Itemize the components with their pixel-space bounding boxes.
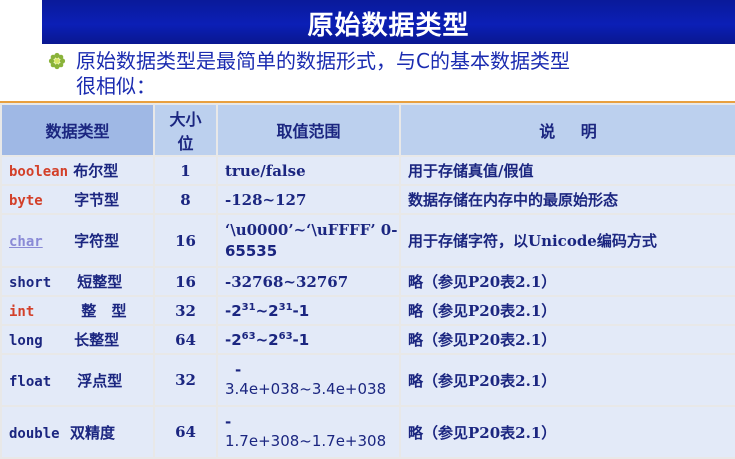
intro-line-2: 很相似： (76, 74, 156, 98)
type-chinese-name: 字符型 (74, 232, 120, 250)
range-base: -2 (225, 301, 242, 320)
type-keyword: byte (9, 193, 43, 209)
type-keyword: boolean (9, 164, 69, 180)
table-row: byte 字节型 8 -128~127 数据存储在内存中的最原始形态 (0, 184, 735, 215)
header-size-line1: 大小 (169, 110, 202, 129)
range-cell: - 3.4e+038~3.4e+038 (216, 353, 401, 407)
range-line-1: - (235, 361, 242, 379)
type-cell: char 字符型 (0, 213, 155, 268)
table-row: float 浮点型 32 - 3.4e+038~3.4e+038 略（参见P20… (0, 353, 735, 407)
type-keyword: double (9, 425, 60, 442)
description-cell: 用于存储真值/假值 (399, 155, 735, 186)
slide-title: 原始数据类型 (307, 11, 470, 41)
range-line-2: 65535 (225, 241, 278, 260)
type-keyword: int (9, 304, 35, 320)
header-data-type: 数据类型 (0, 103, 155, 157)
range-mid: ~2 (255, 301, 279, 320)
size-cell: 8 (153, 184, 218, 215)
range-cell: -231~231-1 (216, 295, 401, 326)
header-size: 大小 位 (153, 103, 218, 157)
table-row: long 长整型 64 -263~263-1 略（参见P20表2.1） (0, 324, 735, 355)
range-exponent: 63 (241, 330, 256, 342)
title-left-margin (0, 0, 42, 44)
type-chinese-name: 整 型 (81, 302, 127, 320)
type-keyword: short (9, 275, 52, 291)
range-line-1: ‘\u0000’~‘\uFFFF’ 0- (225, 220, 398, 239)
description-cell: 略（参见P20表2.1） (399, 295, 735, 326)
header-range: 取值范围 (216, 103, 401, 157)
type-chinese-name: 布尔型 (73, 162, 119, 180)
range-line-2: 1.7e+308~1.7e+308 (225, 432, 387, 450)
size-cell: 32 (153, 353, 218, 407)
table-row: boolean 布尔型 1 true/false 用于存储真值/假值 (0, 155, 735, 186)
type-chinese-name: 字节型 (74, 191, 120, 209)
title-bar: 原始数据类型 (0, 0, 735, 44)
description-cell: 略（参见P20表2.1） (399, 405, 735, 459)
size-cell: 32 (153, 295, 218, 326)
range-exponent: 31 (278, 301, 293, 313)
range-cell: -128~127 (216, 184, 401, 215)
data-types-table: 数据类型 大小 位 取值范围 说 明 boolean 布尔型 1 true/fa… (0, 103, 735, 459)
title-background: 原始数据类型 (42, 0, 735, 44)
range-cell: ‘\u0000’~‘\uFFFF’ 0- 65535 (216, 213, 401, 268)
intro-line-1: 原始数据类型是最简单的数据形式，与C的基本数据类型 (76, 49, 570, 73)
table-row: double 双精度 64 - 1.7e+308~1.7e+308 略（参见P2… (0, 405, 735, 459)
type-cell: double 双精度 (0, 405, 155, 459)
type-chinese-name: 浮点型 (77, 371, 123, 390)
size-cell: 64 (153, 405, 218, 459)
table-header-row: 数据类型 大小 位 取值范围 说 明 (0, 103, 735, 157)
type-chinese-name: 双精度 (70, 423, 116, 442)
range-line-1: - (225, 413, 232, 431)
size-cell: 16 (153, 266, 218, 297)
type-cell: boolean 布尔型 (0, 155, 155, 186)
type-keyword: float (9, 373, 52, 390)
range-cell: -32768~32767 (216, 266, 401, 297)
type-keyword: char (9, 234, 43, 250)
type-cell: int 整 型 (0, 295, 155, 326)
type-chinese-name: 短整型 (77, 273, 123, 291)
type-chinese-name: 长整型 (74, 331, 120, 349)
range-end: -1 (292, 301, 310, 320)
type-keyword: long (9, 333, 43, 349)
range-cell: true/false (216, 155, 401, 186)
type-cell: long 长整型 (0, 324, 155, 355)
range-end: -1 (292, 330, 310, 349)
table-row: short 短整型 16 -32768~32767 略（参见P20表2.1） (0, 266, 735, 297)
description-cell: 略（参见P20表2.1） (399, 324, 735, 355)
table-row: char 字符型 16 ‘\u0000’~‘\uFFFF’ 0- 65535 用… (0, 213, 735, 268)
description-cell: 数据存储在内存中的最原始形态 (399, 184, 735, 215)
range-exponent: 31 (241, 301, 256, 313)
description-cell: 用于存储字符，以Unicode编码方式 (399, 213, 735, 268)
size-cell: 64 (153, 324, 218, 355)
type-cell: byte 字节型 (0, 184, 155, 215)
flower-bullet-icon (48, 52, 66, 70)
description-cell: 略（参见P20表2.1） (399, 266, 735, 297)
range-exponent: 63 (278, 330, 293, 342)
intro-text: 原始数据类型是最简单的数据形式，与C的基本数据类型 很相似： (76, 49, 706, 99)
range-cell: - 1.7e+308~1.7e+308 (216, 405, 401, 459)
range-base: -2 (225, 330, 242, 349)
range-cell: -263~263-1 (216, 324, 401, 355)
header-description: 说 明 (399, 103, 735, 157)
type-cell: float 浮点型 (0, 353, 155, 407)
type-cell: short 短整型 (0, 266, 155, 297)
table-row: int 整 型 32 -231~231-1 略（参见P20表2.1） (0, 295, 735, 326)
description-cell: 略（参见P20表2.1） (399, 353, 735, 407)
size-cell: 1 (153, 155, 218, 186)
range-line-2: 3.4e+038~3.4e+038 (225, 380, 387, 398)
data-types-table-container: 数据类型 大小 位 取值范围 说 明 boolean 布尔型 1 true/fa… (0, 103, 735, 459)
header-size-line2: 位 (177, 134, 194, 153)
size-cell: 16 (153, 213, 218, 268)
range-mid: ~2 (255, 330, 279, 349)
